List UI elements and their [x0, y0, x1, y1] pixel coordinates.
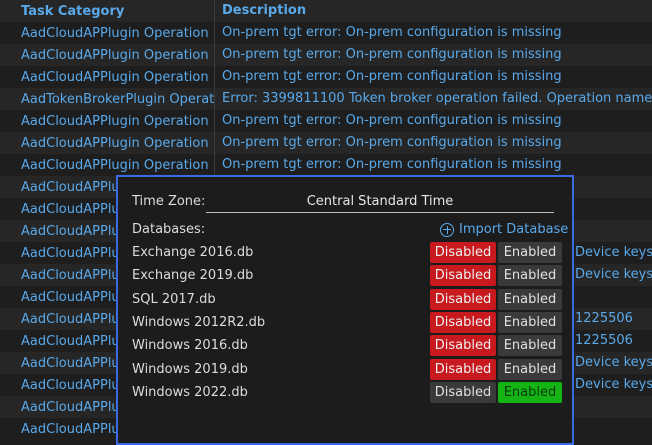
disabled-toggle-button[interactable]: Disabled: [430, 242, 496, 263]
database-row: Windows 2022.db Disabled Enabled: [132, 381, 562, 403]
database-name: Windows 2012R2.db: [132, 314, 266, 330]
table-row[interactable]: AadCloudAPPlugin Operation On-prem tgt er…: [0, 154, 652, 176]
timezone-field[interactable]: Central Standard Time: [206, 192, 554, 213]
import-database-label: Import Database: [459, 222, 569, 237]
timezone-label: Time Zone:: [132, 194, 206, 209]
cell-task-category: AadCloudAPPlugin Operation: [21, 135, 209, 151]
cell-task-category: AadCloudAPPlugin Operation: [21, 113, 209, 129]
cell-description: On-prem tgt error: On-prem configuration…: [214, 44, 652, 66]
disabled-toggle-button[interactable]: Disabled: [430, 358, 496, 380]
cell-task-category: AadCloudAPPlugin Operation: [21, 25, 209, 41]
disabled-toggle-button[interactable]: Disabled: [430, 335, 496, 357]
cell-task-category: AadCloudAPPlugin Operation: [21, 157, 209, 173]
database-row: Windows 2016.db Disabled Enabled: [132, 335, 562, 357]
cell-description: On-prem tgt error: On-prem configuration…: [214, 66, 652, 88]
table-row[interactable]: AadCloudAPPlugin Operation On-prem tgt er…: [0, 44, 652, 66]
cell-description: On-prem tgt error: On-prem configuration…: [214, 154, 652, 176]
database-name: Windows 2016.db: [132, 338, 248, 354]
database-row: Exchange 2019.db Disabled Enabled: [132, 265, 562, 287]
grid-header: Task Category Description: [0, 0, 652, 22]
database-name: Exchange 2016.db: [132, 245, 254, 260]
table-row[interactable]: AadTokenBrokerPlugin Operati... Error: 33…: [0, 88, 652, 110]
databases-label: Databases:: [132, 222, 206, 237]
disabled-toggle-button[interactable]: Disabled: [430, 311, 496, 333]
enabled-toggle-button[interactable]: Enabled: [498, 358, 562, 380]
cell-description: On-prem tgt error: On-prem configuration…: [214, 22, 652, 44]
cell-task-category: AadTokenBrokerPlugin Operati...: [21, 91, 214, 107]
add-circle-icon: [440, 222, 454, 237]
enabled-toggle-button[interactable]: Enabled: [498, 381, 562, 403]
database-name: Windows 2022.db: [132, 384, 248, 400]
cell-description: Error: 3399811100 Token broker operation…: [214, 88, 652, 110]
database-row: Exchange 2016.db Disabled Enabled: [132, 242, 562, 263]
database-row: Windows 2019.db Disabled Enabled: [132, 358, 562, 380]
database-name: SQL 2017.db: [132, 291, 216, 307]
column-header-task-category[interactable]: Task Category: [0, 4, 214, 19]
database-row: Windows 2012R2.db Disabled Enabled: [132, 311, 562, 333]
database-name: Exchange 2019.db: [132, 268, 254, 284]
enabled-toggle-button[interactable]: Enabled: [498, 265, 562, 287]
column-header-description[interactable]: Description: [214, 0, 652, 22]
enabled-toggle-button[interactable]: Enabled: [498, 288, 562, 310]
database-name: Windows 2019.db: [132, 361, 248, 377]
table-row[interactable]: AadCloudAPPlugin Operation On-prem tgt er…: [0, 66, 652, 88]
cell-task-category: AadCloudAPPlugin Operation: [21, 47, 209, 63]
cell-description: On-prem tgt error: On-prem configuration…: [214, 110, 652, 132]
table-row[interactable]: AadCloudAPPlugin Operation On-prem tgt er…: [0, 22, 652, 44]
enabled-toggle-button[interactable]: Enabled: [498, 242, 562, 263]
database-settings-dialog: Time Zone: Central Standard Time Databas…: [116, 175, 574, 445]
table-row[interactable]: AadCloudAPPlugin Operation On-prem tgt er…: [0, 110, 652, 132]
enabled-toggle-button[interactable]: Enabled: [498, 311, 562, 333]
import-database-button[interactable]: Import Database: [440, 222, 568, 237]
cell-task-category: AadCloudAPPlugin Operation: [21, 69, 209, 85]
disabled-toggle-button[interactable]: Disabled: [430, 381, 496, 403]
table-row[interactable]: AadCloudAPPlugin Operation On-prem tgt er…: [0, 132, 652, 154]
cell-description: On-prem tgt error: On-prem configuration…: [214, 132, 652, 154]
enabled-toggle-button[interactable]: Enabled: [498, 335, 562, 357]
disabled-toggle-button[interactable]: Disabled: [430, 265, 496, 287]
database-row: SQL 2017.db Disabled Enabled: [132, 288, 562, 310]
disabled-toggle-button[interactable]: Disabled: [430, 288, 496, 310]
